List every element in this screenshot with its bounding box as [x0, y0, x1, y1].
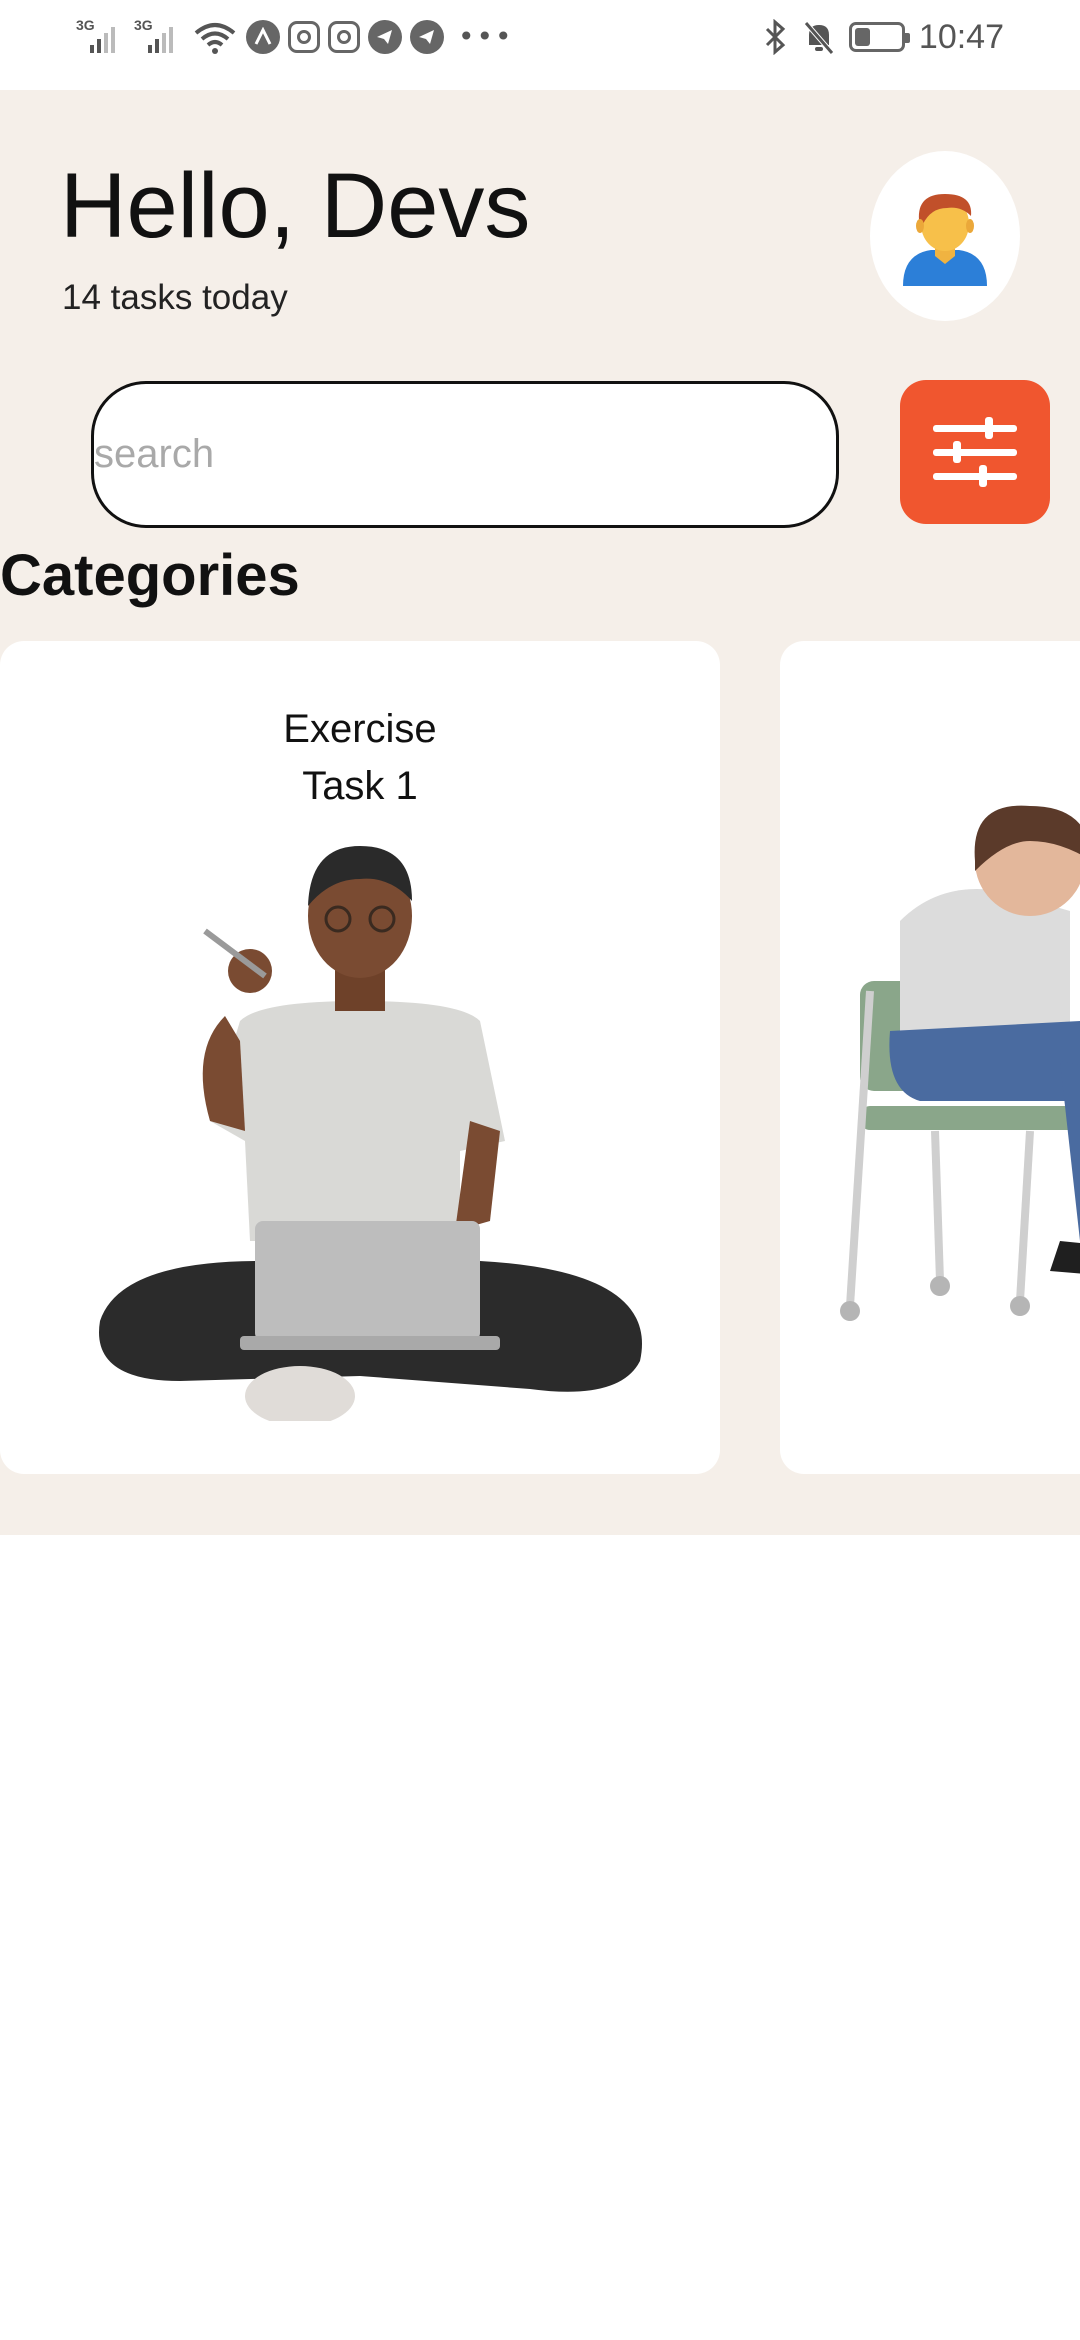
category-task-label: Task 1 — [302, 764, 418, 808]
category-card[interactable] — [780, 641, 1080, 1474]
telegram-icon — [410, 20, 444, 54]
signal-icon: 3G — [134, 17, 184, 57]
person-avatar-icon — [903, 194, 987, 286]
sliders-icon — [933, 417, 1017, 487]
instagram-icon — [328, 21, 360, 53]
battery-icon — [848, 22, 910, 52]
task-count-subtitle: 14 tasks today — [62, 278, 288, 317]
person-sitting-with-laptop-illustration — [99, 846, 642, 1421]
battery-level — [854, 28, 871, 46]
status-left-icons: 3G 3G ••• — [76, 14, 514, 60]
person-sitting-on-chair-illustration — [840, 805, 1080, 1321]
categories-title: Categories — [0, 543, 300, 608]
category-card[interactable]: Exercise Task 1 — [0, 641, 720, 1474]
bluetooth-icon — [765, 19, 786, 55]
telegram-icon — [368, 20, 402, 54]
more-icon: ••• — [458, 20, 514, 53]
search-input[interactable] — [94, 384, 836, 525]
signal-icon: 3G — [76, 17, 126, 57]
avatar[interactable] — [870, 151, 1020, 321]
instagram-icon — [288, 21, 320, 53]
status-time: 10:47 — [918, 17, 1004, 56]
category-card-title: Exercise Task 1 — [0, 701, 720, 815]
mute-icon — [804, 21, 834, 55]
wifi-icon — [194, 23, 236, 54]
app-notification-icon — [246, 20, 280, 54]
search-field[interactable] — [91, 381, 839, 528]
category-name: Exercise — [283, 707, 437, 751]
home-header-section: Hello, Devs 14 tasks today Categories Ex… — [0, 90, 1080, 1535]
status-right-icons: 10:47 — [763, 14, 1004, 60]
filter-button[interactable] — [900, 380, 1050, 524]
greeting-title: Hello, Devs — [60, 155, 531, 257]
status-bar: 3G 3G ••• 10:47 — [0, 0, 1080, 90]
